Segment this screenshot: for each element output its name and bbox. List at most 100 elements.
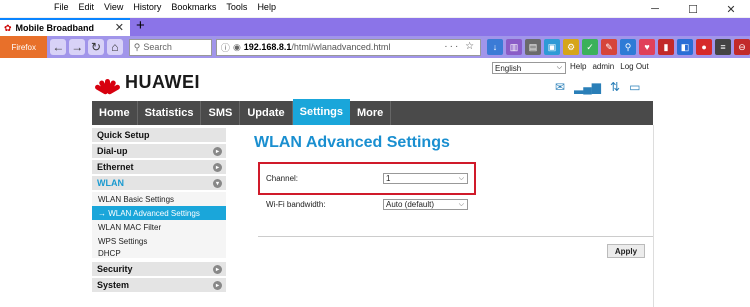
search-box[interactable]: ⚲ Search — [128, 38, 212, 56]
data-transfer-icon: ⇅ — [610, 80, 621, 94]
url-path: /html/wlanadvanced.html — [291, 42, 391, 52]
router-page: HUAWEI English ⌵ Help admin Log Out ✉ ▂▄… — [0, 58, 750, 307]
close-window-icon[interactable]: ✕ — [712, 0, 750, 18]
chevron-down-icon: ⌵ — [458, 200, 464, 208]
back-icon[interactable]: ← — [50, 39, 67, 55]
sidebar-item-quick-setup[interactable]: Quick Setup — [92, 128, 226, 144]
settings-sidebar: Quick Setup Dial-up ▸ Ethernet ▸ WLAN ▾ WLA… — [92, 128, 226, 294]
menu-help[interactable]: Help — [257, 2, 276, 12]
extension-4-icon[interactable]: ⚲ — [620, 39, 637, 55]
sidebar-sub-wps[interactable]: WPS Settings — [92, 234, 226, 248]
extension-7-icon[interactable]: ● — [696, 39, 713, 55]
divider — [258, 236, 654, 237]
url-host: 192.168.8.1 — [243, 42, 292, 52]
nav-more[interactable]: More — [350, 101, 392, 125]
firefox-menu-button[interactable]: Firefox — [0, 36, 48, 58]
chevron-right-icon: ▸ — [213, 147, 222, 156]
minimize-icon[interactable]: ─ — [636, 0, 674, 18]
help-link[interactable]: Help — [570, 62, 586, 71]
new-tab-button[interactable]: + — [136, 18, 145, 34]
sidebar-item-ethernet[interactable]: Ethernet ▸ — [92, 160, 226, 176]
chevron-down-icon: ⌵ — [458, 174, 464, 182]
extension-icons: ↓ ▥ ▤ ▣ ⚙ ✓ ✎ ⚲ ♥ ▮ ◧ ● ≡ ⊖ — [487, 39, 750, 55]
extension-9-icon[interactable]: ⊖ — [734, 39, 750, 55]
chevron-right-icon: ▸ — [213, 265, 222, 274]
tab-mobile-broadband[interactable]: ✿ Mobile Broadband ✕ — [0, 18, 130, 36]
screenshot-icon[interactable]: ▣ — [544, 39, 561, 55]
sidebar-item-label: Ethernet — [97, 162, 134, 172]
extension-5-icon[interactable]: ▮ — [658, 39, 675, 55]
nav-home[interactable]: Home — [92, 101, 138, 125]
title-bar: File Edit View History Bookmarks Tools H… — [0, 0, 750, 18]
search-icon: ⚲ — [133, 41, 141, 52]
chevron-right-icon: ▸ — [213, 281, 222, 290]
sidebar-sub-wlan-mac-filter[interactable]: WLAN MAC Filter — [92, 220, 226, 234]
nav-update[interactable]: Update — [240, 101, 293, 125]
language-select[interactable]: English ⌵ — [492, 62, 566, 74]
channel-value: 1 — [386, 174, 391, 183]
huawei-logo: HUAWEI — [94, 72, 200, 95]
huawei-favicon-icon: ✿ — [4, 22, 12, 33]
top-links: Help admin Log Out — [570, 62, 649, 71]
menu-history[interactable]: History — [133, 2, 161, 12]
menu-view[interactable]: View — [104, 2, 123, 12]
menu-bar: File Edit View History Bookmarks Tools H… — [54, 2, 286, 12]
sidebar-item-label: Dial-up — [97, 146, 128, 156]
extension-1-icon[interactable]: ⚙ — [563, 39, 580, 55]
sidebar-sub-wlan-basic[interactable]: WLAN Basic Settings — [92, 192, 226, 206]
globe-icon: ◉ — [232, 41, 241, 52]
sidebar-item-system[interactable]: System ▸ — [92, 278, 226, 294]
search-placeholder: Search — [143, 42, 172, 52]
bandwidth-select[interactable]: Auto (default) ⌵ — [383, 199, 468, 210]
pocket-icon[interactable]: ♥ — [639, 39, 656, 55]
chevron-right-icon: ▸ — [213, 163, 222, 172]
tab-bar: ✿ Mobile Broadband ✕ + — [0, 18, 750, 36]
extension-2-icon[interactable]: ✓ — [582, 39, 599, 55]
maximize-icon[interactable]: ☐ — [674, 0, 712, 18]
content-area: WLAN Advanced Settings — [254, 134, 654, 152]
brand-name: HUAWEI — [125, 72, 200, 92]
tab-title: Mobile Broadband — [15, 23, 95, 33]
status-icons: ✉ ▂▄▆ ⇅ ▭ — [555, 80, 640, 94]
sidebar-item-label: System — [97, 280, 130, 290]
language-value: English — [495, 63, 522, 73]
menu-tools[interactable]: Tools — [226, 2, 247, 12]
menu-file[interactable]: File — [54, 2, 69, 12]
menu-bookmarks[interactable]: Bookmarks — [171, 2, 216, 12]
bandwidth-label: Wi-Fi bandwidth: — [266, 200, 326, 209]
home-icon[interactable]: ⌂ — [106, 39, 123, 55]
username: admin — [592, 62, 615, 71]
sidebar-item-label: WLAN — [97, 178, 124, 188]
channel-label: Channel: — [266, 174, 299, 183]
main-nav: Home Statistics SMS Update Settings More — [92, 99, 653, 125]
mail-icon[interactable]: ✉ — [555, 80, 565, 94]
chevron-down-icon: ⌵ — [556, 64, 562, 71]
channel-select[interactable]: 1 ⌵ — [383, 173, 468, 184]
reload-icon[interactable]: ↻ — [88, 39, 104, 55]
library-icon[interactable]: ▥ — [506, 39, 523, 55]
sidebar-item-security[interactable]: Security ▸ — [92, 262, 226, 278]
sidebar-sub-dhcp[interactable]: DHCP — [92, 248, 226, 262]
tab-close-icon[interactable]: ✕ — [115, 21, 124, 34]
nav-settings[interactable]: Settings — [292, 99, 351, 125]
monitor-icon: ▭ — [629, 80, 641, 94]
extension-6-icon[interactable]: ◧ — [677, 39, 694, 55]
extension-8-icon[interactable]: ≡ — [715, 39, 732, 55]
extension-3-icon[interactable]: ✎ — [601, 39, 618, 55]
page-actions-icon[interactable]: ··· ☆ — [444, 41, 476, 52]
menu-edit[interactable]: Edit — [79, 2, 95, 12]
download-icon[interactable]: ↓ — [487, 39, 504, 55]
apply-button[interactable]: Apply — [607, 244, 645, 258]
chevron-down-icon: ▾ — [213, 179, 222, 188]
signal-icon: ▂▄▆ — [574, 80, 602, 94]
logout-link[interactable]: Log Out — [620, 62, 648, 71]
sidebar-icon[interactable]: ▤ — [525, 39, 542, 55]
url-bar[interactable]: ⓘ ◉ 192.168.8.1 /html/wlanadvanced.html … — [215, 38, 482, 56]
nav-sms[interactable]: SMS — [201, 101, 241, 125]
sidebar-item-dialup[interactable]: Dial-up ▸ — [92, 144, 226, 160]
info-icon[interactable]: ⓘ — [221, 41, 230, 54]
sidebar-sub-wlan-advanced[interactable]: → WLAN Advanced Settings — [92, 206, 226, 220]
sidebar-item-wlan[interactable]: WLAN ▾ — [92, 176, 226, 192]
nav-statistics[interactable]: Statistics — [138, 101, 202, 125]
forward-icon[interactable]: → — [69, 39, 86, 55]
